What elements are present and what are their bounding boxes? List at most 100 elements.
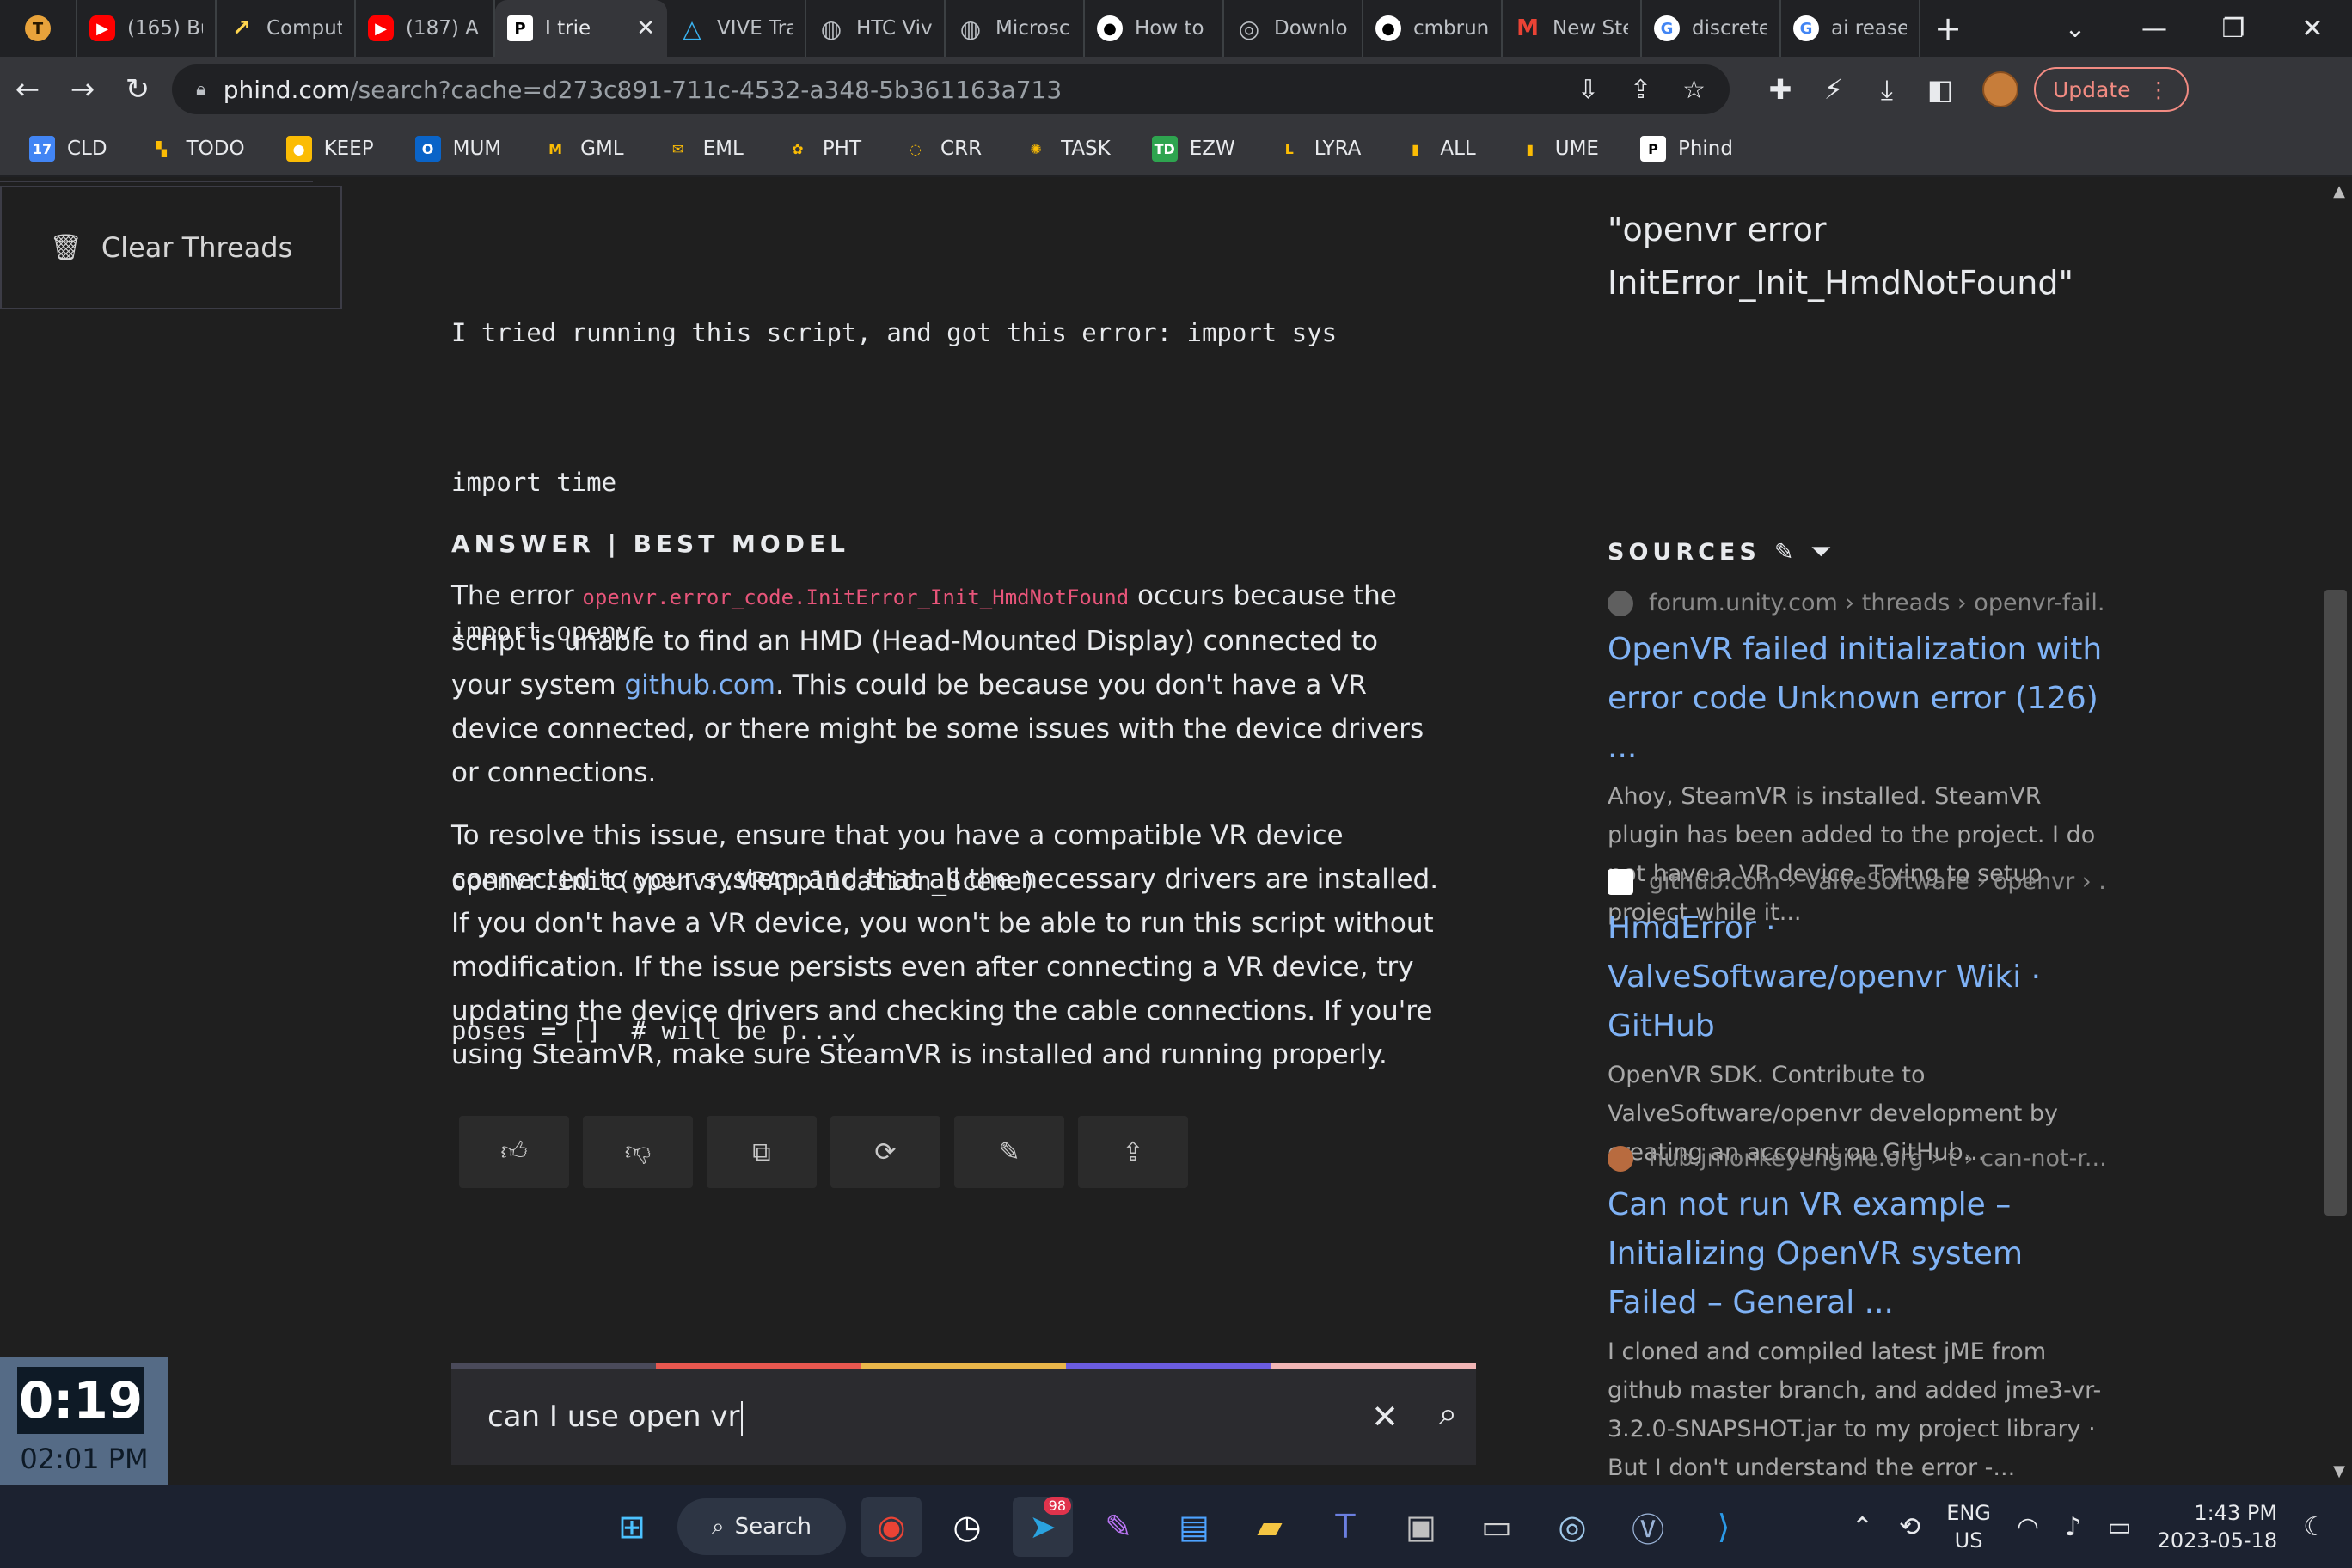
performance-icon[interactable]: ⚡︎ [1807, 73, 1860, 106]
bookmark-item[interactable]: ▮ ALL [1402, 136, 1476, 162]
close-window-icon[interactable]: ✕ [2273, 0, 2352, 57]
back-arrow-icon[interactable]: ← [0, 62, 55, 117]
system-clock[interactable]: 1:43 PM 2023-05-18 [2158, 1499, 2277, 1554]
steam-icon[interactable]: ◎ [1542, 1497, 1602, 1557]
package-app-icon[interactable]: ▣ [1391, 1497, 1451, 1557]
browser-tab[interactable]: ▶ (165) Bu [77, 0, 217, 57]
side-panel-icon[interactable]: ◧ [1914, 73, 1967, 106]
terminal-icon[interactable]: ▭ [1467, 1497, 1527, 1557]
kebab-menu-icon[interactable]: ⋮ [2148, 77, 2170, 102]
search-input[interactable]: can I use open vr [487, 1369, 744, 1465]
bookmark-item[interactable]: ▮ UME [1517, 136, 1599, 162]
telegram-icon[interactable]: ➤ 98 [1013, 1497, 1073, 1557]
bookmark-item[interactable]: ✺ TASK [1023, 136, 1110, 162]
browser-tab[interactable]: ● cmbrun [1363, 0, 1503, 57]
star-icon[interactable]: ☆ [1682, 75, 1706, 105]
search-box[interactable]: can I use open vr ✕ ⌕ [451, 1363, 1477, 1465]
search-icon[interactable]: ⌕ [1439, 1394, 1457, 1433]
scroll-down-icon[interactable]: ▼ [2333, 1462, 2345, 1480]
browser-tab[interactable]: ◎ Downlo [1224, 0, 1363, 57]
bookmark-item[interactable]: 17 CLD [29, 136, 107, 162]
bookmark-item[interactable]: L LYRA [1277, 136, 1362, 162]
moon-icon[interactable]: ☾ [2303, 1512, 2326, 1542]
reload-icon[interactable]: ↻ [110, 62, 165, 117]
install-app-icon[interactable]: ⇩ [1577, 75, 1599, 105]
bookmark-item[interactable]: O MUM [414, 136, 501, 162]
browser-tab[interactable]: △ VIVE Tra [667, 0, 806, 57]
source-title[interactable]: HmdError · ValveSoftware/openvr Wiki · G… [1608, 903, 2106, 1050]
sync-icon[interactable]: ⟲ [1899, 1512, 1920, 1542]
browser-tab[interactable]: ↗ Comput [217, 0, 356, 57]
todo-icon: ▚ [156, 140, 167, 157]
extensions-puzzle-icon[interactable]: ✚ [1754, 73, 1807, 106]
address-host: phind.com [223, 75, 351, 104]
profile-avatar[interactable] [1982, 71, 2018, 107]
regenerate-icon[interactable]: ⟳ [830, 1116, 940, 1188]
bookmark-item[interactable]: M GML [542, 136, 623, 162]
edit-icon[interactable]: ✎ [954, 1116, 1064, 1188]
filter-icon[interactable]: ⏷ [1811, 538, 1834, 566]
browser-tab[interactable]: Gdiscrete [1642, 0, 1781, 57]
teams-icon[interactable]: T [1315, 1497, 1375, 1557]
vscode-icon[interactable]: ⟩ [1694, 1497, 1754, 1557]
clock-app-icon[interactable]: ◷ [937, 1497, 997, 1557]
bookmark-item[interactable]: P Phind [1639, 136, 1733, 162]
bookmark-item[interactable]: ▚ TODO [149, 136, 244, 162]
browser-tab[interactable]: P I trie ✕ [495, 0, 667, 57]
tab-search-icon[interactable]: ⌄ [2036, 0, 2115, 57]
source-card[interactable]: github.com › ValveSoftware › openvr › ..… [1608, 868, 2106, 1172]
bookmark-item[interactable]: ● KEEP [285, 136, 374, 162]
new-tab-icon[interactable]: + [1920, 0, 1975, 57]
citation-link[interactable]: github.com [625, 670, 775, 701]
bookmark-item[interactable]: ◌ CRR [903, 136, 982, 162]
wifi-icon[interactable]: ◠ [2017, 1512, 2039, 1542]
browser-tab[interactable]: T [0, 0, 77, 57]
scrollbar[interactable]: ▲ ▼ [2321, 177, 2352, 1485]
browser-tab[interactable]: M New Ste [1503, 0, 1642, 57]
browser-tab[interactable]: Gai rease [1781, 0, 1920, 57]
bookmark-item[interactable]: ✿ PHT [785, 136, 861, 162]
minimize-icon[interactable]: — [2115, 0, 2194, 57]
source-title[interactable]: OpenVR failed initialization with error … [1608, 625, 2106, 772]
scroll-up-icon[interactable]: ▲ [2333, 182, 2345, 200]
update-button[interactable]: Update ⋮ [2034, 67, 2189, 112]
divider [0, 177, 313, 182]
clear-threads-button[interactable]: 🗑︎ Clear Threads [0, 186, 342, 309]
feather-app-icon[interactable]: ✎ [1088, 1497, 1148, 1557]
battery-icon[interactable]: ▭ [2107, 1512, 2131, 1542]
copy-icon[interactable]: ⧉ [707, 1116, 817, 1188]
chrome-icon[interactable]: ◉ [861, 1497, 922, 1557]
close-tab-icon[interactable]: ✕ [636, 15, 655, 41]
chevron-up-icon[interactable]: ⌃ [1852, 1512, 1873, 1542]
tab-title: Microsc [995, 17, 1070, 40]
forward-arrow-icon[interactable]: → [55, 62, 110, 117]
edit-icon[interactable]: ✎ [1774, 539, 1798, 566]
answer-body: The error openvr.error_code.InitError_In… [451, 574, 1440, 1096]
volume-icon[interactable]: ♪ [2065, 1512, 2081, 1542]
steamvr-icon[interactable]: Ⓥ [1618, 1497, 1678, 1557]
taskbar-search[interactable]: ⌕ Search [677, 1498, 846, 1555]
download-icon[interactable]: ⤓ [1860, 73, 1914, 107]
source-title[interactable]: Can not run VR example – Initializing Op… [1608, 1180, 2106, 1327]
bookmark-item[interactable]: TD EZW [1151, 136, 1235, 162]
clear-icon[interactable]: ✕ [1371, 1398, 1399, 1436]
browser-tab[interactable]: ◍ HTC Viv [806, 0, 946, 57]
browser-tab[interactable]: ● How to [1085, 0, 1224, 57]
browser-tab[interactable]: ▶ (187) AI [356, 0, 495, 57]
share-icon[interactable]: ⇪ [1078, 1116, 1188, 1188]
thumbs-down-icon[interactable]: 👎︎ [583, 1116, 693, 1188]
share-icon[interactable]: ⇪ [1630, 75, 1651, 105]
windows-start-icon[interactable]: ⊞ [602, 1497, 662, 1557]
notepad-icon[interactable]: ▤ [1164, 1497, 1224, 1557]
lock-icon[interactable]: 🔒︎ [196, 79, 206, 101]
file-explorer-icon[interactable]: ▰ [1240, 1497, 1300, 1557]
bookmark-item[interactable]: ✉ EML [665, 136, 744, 162]
restore-icon[interactable]: ❐ [2194, 0, 2273, 57]
scrollbar-thumb[interactable] [2324, 590, 2347, 1216]
thumbs-up-icon[interactable]: 👍︎ [459, 1116, 569, 1188]
browser-tab[interactable]: ◍ Microsc [946, 0, 1085, 57]
timer-elapsed: 0:19 [17, 1367, 144, 1434]
source-card[interactable]: hub.jmonkeyengine.org › t › can-not-r...… [1608, 1145, 2106, 1485]
address-bar[interactable]: 🔒︎ phind.com/search?cache=d273c891-711c-… [172, 64, 1730, 114]
language-indicator[interactable]: ENG US [1946, 1499, 1991, 1554]
